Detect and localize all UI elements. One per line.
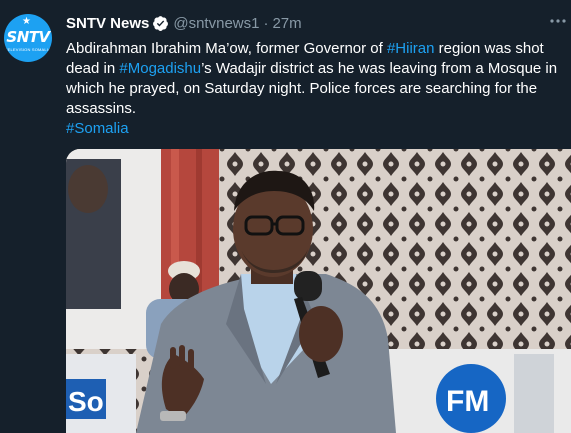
avatar-logo-text: SNTV: [6, 28, 50, 46]
tweet-text: Abdirahman Ibrahim Ma’ow, former Governo…: [66, 39, 561, 139]
hashtag-somalia[interactable]: #Somalia: [66, 120, 129, 137]
right-banner-text: FM: [446, 385, 489, 418]
timestamp[interactable]: 27m: [272, 15, 301, 32]
display-name[interactable]: SNTV News: [66, 15, 149, 32]
hashtag-hiiran[interactable]: #Hiiran: [387, 40, 435, 57]
tweet-header: SNTV News @sntvnews1 · 27m: [66, 13, 302, 33]
avatar[interactable]: ★ SNTV TELEVISION SOMALIA: [4, 14, 52, 62]
photo-illustration: So FM: [66, 149, 571, 433]
tweet-text-part: Abdirahman Ibrahim Ma’ow, former Governo…: [66, 40, 387, 57]
verified-badge-icon: [153, 15, 169, 31]
hashtag-mogadishu[interactable]: #Mogadishu: [119, 60, 201, 77]
more-options-icon[interactable]: [548, 14, 568, 28]
left-banner-text: So: [68, 386, 104, 417]
star-icon: ★: [22, 16, 31, 27]
separator-dot: ·: [263, 14, 269, 32]
handle[interactable]: @sntvnews1: [173, 15, 259, 32]
tweet-photo[interactable]: So FM: [66, 149, 571, 433]
tweet-card[interactable]: ★ SNTV TELEVISION SOMALIA SNTV News @snt…: [0, 0, 571, 433]
avatar-logo-subtext: TELEVISION SOMALIA: [4, 47, 52, 52]
